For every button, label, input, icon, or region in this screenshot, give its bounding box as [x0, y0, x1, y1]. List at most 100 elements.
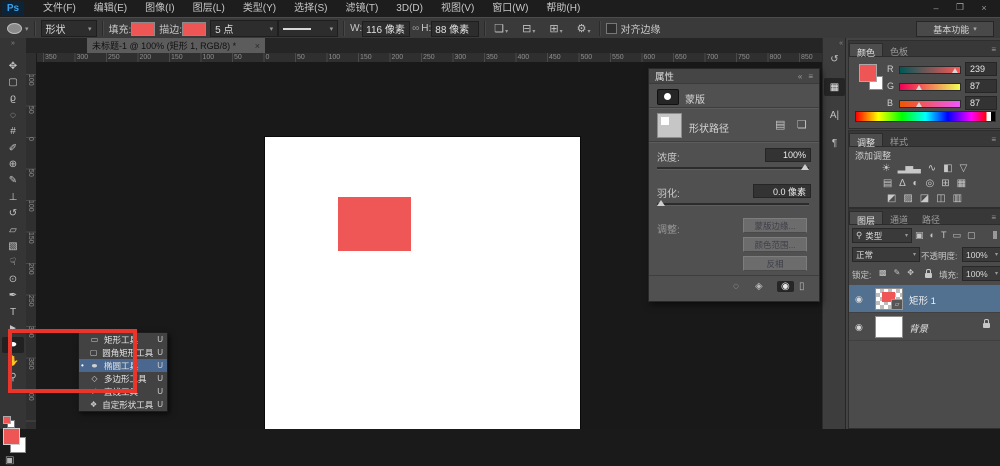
clone-stamp-tool[interactable]: ⊥ [2, 189, 24, 205]
stroke-style-select[interactable] [278, 20, 338, 37]
paragraph-panel-icon[interactable]: ¶ [824, 134, 845, 152]
minimize-button[interactable]: – [924, 0, 948, 15]
menu-item[interactable]: 编辑(E) [85, 1, 136, 17]
blue-slider[interactable] [899, 100, 961, 108]
invert-icon[interactable]: ◩ [887, 192, 896, 205]
trash-icon[interactable]: ▯ [799, 281, 805, 292]
curves-icon[interactable]: ∿ [928, 162, 936, 175]
gradient-map-icon[interactable]: ▥ [953, 192, 962, 205]
line-tool-item[interactable]: ∕ 直线工具 U [79, 385, 167, 398]
blend-mode-select[interactable]: 正常 [852, 247, 920, 262]
quick-mask-icon[interactable]: ▣ [5, 455, 14, 466]
current-tool-preview[interactable]: ▾ [7, 23, 29, 34]
blue-value[interactable]: 87 [965, 96, 997, 110]
green-slider-thumb[interactable] [916, 85, 922, 90]
marquee-tool[interactable]: ▢ [2, 74, 24, 90]
red-slider-thumb[interactable] [952, 68, 958, 73]
black-white-icon[interactable]: ◐ [912, 177, 918, 190]
red-value[interactable]: 239 [965, 62, 997, 76]
eye-icon[interactable]: ◉ [855, 322, 863, 333]
rectangle-tool-item[interactable]: ▭ 矩形工具 U [79, 333, 167, 346]
tab-channels[interactable]: 通道 [883, 211, 915, 224]
align-edges-checkbox[interactable] [606, 23, 617, 34]
menu-item[interactable]: 图层(L) [184, 1, 234, 17]
menu-item[interactable]: 文件(F) [34, 1, 85, 17]
menu-item[interactable]: 视图(V) [432, 1, 483, 17]
zoom-tool[interactable]: ⚲ [2, 370, 24, 386]
load-selection-icon[interactable]: ◌ [733, 281, 739, 292]
path-arrangement-icon[interactable]: ⊞▾ [546, 22, 565, 35]
color-range-button[interactable]: 颜色范围... [743, 237, 807, 252]
close-icon[interactable]: × [255, 41, 260, 51]
move-tool[interactable]: ✥ [2, 58, 24, 74]
color-lookup-icon[interactable]: ▦ [957, 177, 966, 190]
ellipse-tool[interactable]: ● [2, 337, 24, 353]
lock-paint-icon[interactable]: ✎ [894, 268, 901, 277]
menu-item[interactable]: 3D(D) [387, 1, 432, 17]
close-button[interactable]: × [972, 0, 996, 15]
layer-thumbnail[interactable]: ▱ [875, 288, 903, 310]
eye-icon[interactable]: ◉ [855, 294, 863, 305]
tab-color[interactable]: 颜色 [849, 43, 883, 56]
density-slider-thumb[interactable] [801, 164, 809, 170]
custom-shape-tool-item[interactable]: ❖ 自定形状工具 U [79, 398, 167, 411]
layer-filter-select[interactable]: ⚲ 类型 [852, 228, 912, 243]
collapse-panel-icon[interactable]: « [798, 72, 802, 81]
apply-mask-icon[interactable]: ◈ [755, 281, 763, 292]
vector-mask-icon[interactable]: ▤ [775, 118, 785, 131]
green-slider[interactable] [899, 83, 961, 91]
menu-item[interactable]: 窗口(W) [483, 1, 537, 17]
align-edges-option[interactable]: 对齐边缘 [606, 21, 661, 36]
lock-transparency-icon[interactable]: ▩ [879, 268, 887, 277]
type-filter-icon[interactable]: T [941, 230, 947, 241]
panel-menu-icon[interactable]: ≡ [991, 45, 1000, 56]
mask-edge-button[interactable]: 蒙版边缘... [743, 218, 807, 233]
filter-toggle[interactable] [993, 231, 997, 239]
character-panel-icon[interactable]: A| [824, 106, 845, 124]
brightness-contrast-icon[interactable]: ☀ [882, 162, 891, 175]
green-value[interactable]: 87 [965, 79, 997, 93]
smart-object-filter-icon[interactable]: ▢ [967, 230, 976, 241]
feather-slider-thumb[interactable] [657, 200, 665, 206]
tab-layers[interactable]: 图层 [849, 211, 883, 224]
lasso-tool[interactable]: ϱ [2, 91, 24, 107]
invert-button[interactable]: 反相 [743, 256, 807, 271]
stroke-color-swatch[interactable] [182, 22, 206, 36]
color-balance-icon[interactable]: ∆ [899, 177, 905, 190]
color-spectrum-bar[interactable] [855, 111, 996, 122]
link-dimensions-icon[interactable]: ∞ [410, 23, 421, 34]
exposure-icon[interactable]: ◧ [943, 162, 952, 175]
expand-dock-chevrons[interactable]: « [823, 38, 846, 47]
layer-row-background[interactable]: ◉ 背景 [849, 313, 1000, 341]
layer-name[interactable]: 矩形 1 [909, 293, 936, 307]
properties-panel-icon[interactable]: ▦ [824, 78, 845, 96]
feather-value[interactable]: 0.0 像素 [753, 184, 811, 198]
tool-mode-select[interactable]: 形状 [41, 20, 97, 37]
crop-tool[interactable]: # [2, 124, 24, 140]
path-operations-icon[interactable]: ❏▾ [491, 22, 511, 35]
visibility-eye-icon[interactable]: ◉ [777, 281, 794, 292]
photo-filter-icon[interactable]: ◎ [926, 177, 935, 190]
hand-tool[interactable]: ✋ [2, 353, 24, 369]
history-panel-icon[interactable]: ↺ [824, 50, 845, 68]
properties-panel-header[interactable]: 属性 « ≡ [649, 69, 819, 84]
levels-icon[interactable]: ▂▅▃ [898, 162, 921, 175]
feather-slider[interactable] [657, 203, 809, 206]
pen-tool[interactable]: ✒ [2, 288, 24, 304]
rounded-rectangle-tool-item[interactable]: ▢ 圆角矩形工具 U [79, 346, 167, 359]
dodge-tool[interactable]: ⊙ [2, 271, 24, 287]
path-selection-tool[interactable]: ► [2, 320, 24, 336]
blue-slider-thumb[interactable] [916, 102, 922, 107]
shape-width-input[interactable]: 116 像素 [362, 21, 410, 37]
layer-thumbnail[interactable] [875, 316, 903, 338]
healing-brush-tool[interactable]: ⊕ [2, 156, 24, 172]
ellipse-tool-item[interactable]: ● 椭圆工具 U [79, 359, 167, 372]
shape-path-thumbnail[interactable] [657, 113, 682, 138]
collapse-toolbar-chevrons[interactable]: » [0, 38, 26, 50]
brush-tool[interactable]: ✎ [2, 173, 24, 189]
eraser-tool[interactable]: ▱ [2, 222, 24, 238]
restore-button[interactable]: ❐ [948, 0, 972, 15]
tab-paths[interactable]: 路径 [915, 211, 947, 224]
layer-row-rectangle[interactable]: ◉ ▱ 矩形 1 [849, 285, 1000, 313]
threshold-icon[interactable]: ◪ [920, 192, 929, 205]
